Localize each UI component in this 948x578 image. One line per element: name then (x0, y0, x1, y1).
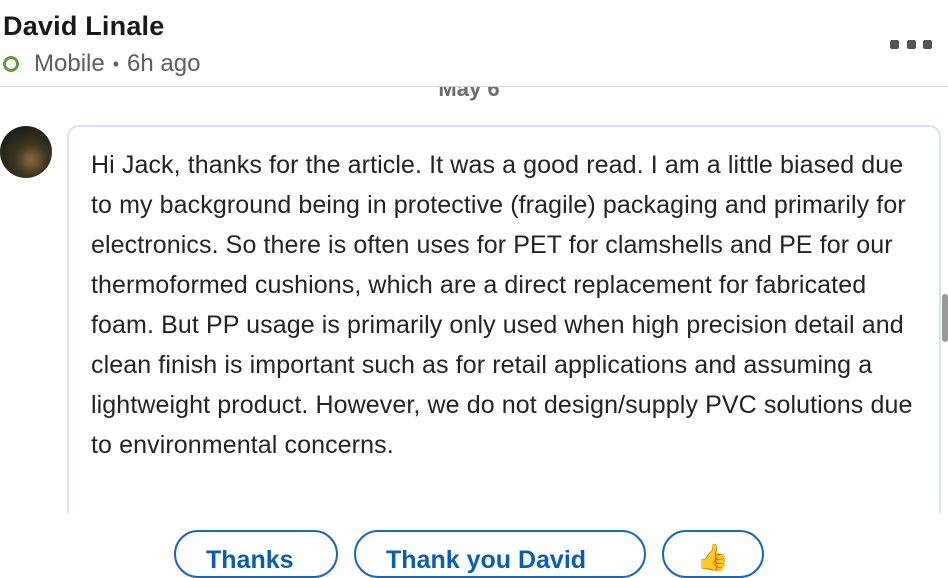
last-seen-label: 6h ago (127, 50, 201, 77)
scrollbar-thumb[interactable] (942, 294, 948, 342)
online-status-icon (3, 56, 19, 72)
device-label: Mobile (34, 50, 105, 77)
contact-name[interactable]: David Linale (3, 11, 164, 42)
more-horizontal-icon (906, 39, 916, 49)
more-horizontal-icon (923, 39, 932, 49)
status-separator: • (112, 53, 120, 74)
message-bubble: Hi Jack, thanks for the article. It was … (67, 125, 941, 525)
suggested-reply-thumbs-up[interactable]: 👍 (662, 530, 764, 578)
presence-status: Mobile • 6h ago (3, 50, 200, 78)
avatar[interactable] (0, 126, 52, 178)
suggested-reply-thanks[interactable]: Thanks (174, 530, 338, 578)
more-horizontal-icon (890, 39, 899, 49)
conversation-header: David Linale Mobile • 6h ago (0, 0, 948, 87)
more-options-button[interactable] (890, 36, 932, 52)
message-text: Hi Jack, thanks for the article. It was … (91, 151, 913, 459)
suggested-reply-thank-you-david[interactable]: Thank you David (354, 530, 646, 578)
thumbs-up-icon: 👍 (696, 542, 730, 572)
